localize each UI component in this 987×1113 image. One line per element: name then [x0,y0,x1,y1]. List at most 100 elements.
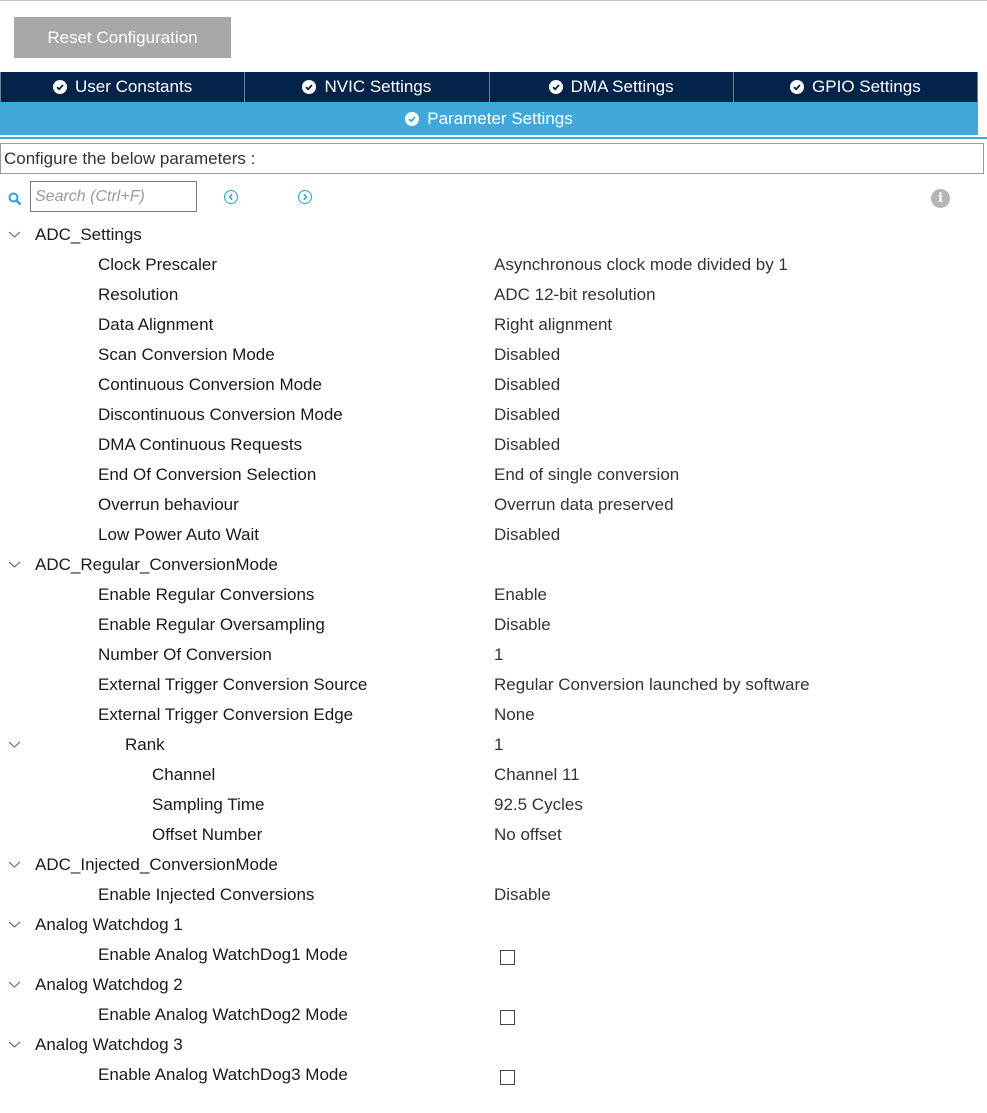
tab-user-constants[interactable]: User Constants [0,72,246,102]
parameter-value[interactable]: 1 [494,645,503,665]
group-analog-watchdog-2[interactable]: Analog Watchdog 2 [0,970,987,1000]
parameter-row[interactable]: Overrun behaviour Overrun data preserved [0,490,987,520]
parameter-value[interactable]: No offset [494,825,562,845]
tab-label: User Constants [75,77,193,96]
chevron-down-icon[interactable] [8,740,21,749]
parameter-row[interactable]: Data Alignment Right alignment [0,310,987,340]
parameter-label: Continuous Conversion Mode [98,375,322,394]
chevron-down-icon[interactable] [8,920,21,929]
group-adc-settings[interactable]: ADC_Settings [0,220,987,250]
chevron-down-icon[interactable] [8,860,21,869]
parameter-value[interactable]: Disabled [494,405,560,425]
tab-gpio-settings[interactable]: GPIO Settings [734,72,978,102]
parameter-row[interactable]: Enable Regular Conversions Enable [0,580,987,610]
parameter-label: Clock Prescaler [98,255,218,274]
chevron-left-icon [228,193,233,201]
parameter-value[interactable]: Right alignment [494,315,612,335]
parameter-value[interactable]: End of single conversion [494,465,679,485]
check-circle-icon [53,80,68,94]
parameter-row[interactable]: Low Power Auto Wait Disabled [0,520,987,550]
parameter-row[interactable]: Enable Analog WatchDog2 Mode [0,1000,987,1030]
parameter-value[interactable]: Channel 11 [494,765,580,785]
chevron-right-icon [303,193,308,201]
tab-label: GPIO Settings [812,77,921,96]
parameter-row[interactable]: Continuous Conversion Mode Disabled [0,370,987,400]
parameter-label: Offset Number [152,825,263,844]
parameter-value[interactable]: 92.5 Cycles [494,795,583,815]
parameter-value[interactable]: Enable [494,585,547,605]
parameter-row[interactable]: Clock Prescaler Asynchronous clock mode d… [0,250,987,280]
parameter-row[interactable]: Resolution ADC 12-bit resolution [0,280,987,310]
group-adc-regular-conversion-mode[interactable]: ADC_Regular_ConversionMode [0,550,987,580]
tab-label: Parameter Settings [427,108,573,128]
parameter-row[interactable]: External Trigger Conversion Edge None [0,700,987,730]
parameter-label: Channel [152,765,216,784]
group-title: Analog Watchdog 1 [35,915,183,934]
reset-configuration-button[interactable]: Reset Configuration [14,17,231,58]
parameter-row[interactable]: External Trigger Conversion Source Regula… [0,670,987,700]
group-title: ADC_Injected_ConversionMode [35,855,278,874]
parameter-value[interactable]: Overrun data preserved [494,495,674,515]
rank-value[interactable]: 1 [494,735,503,755]
parameter-label: Data Alignment [98,315,214,334]
rank-row[interactable]: Rank 1 [0,730,987,760]
parameter-row[interactable]: Enable Analog WatchDog3 Mode [0,1060,987,1090]
chevron-down-icon[interactable] [8,1040,21,1049]
parameter-value[interactable]: Asynchronous clock mode divided by 1 [494,255,788,275]
parameter-value[interactable]: Disable [494,615,551,635]
parameter-row[interactable]: Enable Regular Oversampling Disable [0,610,987,640]
watchdog2-checkbox[interactable] [500,1010,515,1025]
chevron-down-icon[interactable] [8,980,21,989]
parameter-row[interactable]: Offset Number No offset [0,820,987,850]
group-analog-watchdog-1[interactable]: Analog Watchdog 1 [0,910,987,940]
check-circle-icon [302,80,317,94]
parameter-row[interactable]: Enable Analog WatchDog1 Mode [0,940,987,970]
parameter-label: Resolution [98,285,179,304]
parameter-row[interactable]: Scan Conversion Mode Disabled [0,340,987,370]
parameter-label: Enable Analog WatchDog2 Mode [98,1005,348,1024]
parameter-value[interactable]: Disable [494,885,551,905]
parameter-value[interactable]: Disabled [494,525,560,545]
group-title: Analog Watchdog 3 [35,1035,183,1054]
watchdog3-checkbox[interactable] [500,1070,515,1085]
parameter-row[interactable]: Channel Channel 11 [0,760,987,790]
tab-dma-settings[interactable]: DMA Settings [490,72,734,102]
parameter-value[interactable]: Disabled [494,345,560,365]
parameter-row[interactable]: Discontinuous Conversion Mode Disabled [0,400,987,430]
parameter-value[interactable]: ADC 12-bit resolution [494,285,656,305]
tab-parameter-settings[interactable]: Parameter Settings [0,102,978,135]
parameter-value[interactable]: None [494,705,535,725]
parameter-label: Enable Analog WatchDog1 Mode [98,945,348,964]
parameter-label: Enable Regular Oversampling [98,615,325,634]
watchdog1-checkbox[interactable] [500,950,515,965]
check-circle-icon [405,111,420,126]
tab-nvic-settings[interactable]: NVIC Settings [245,72,490,102]
group-adc-injected-conversion-mode[interactable]: ADC_Injected_ConversionMode [0,850,987,880]
parameter-row[interactable]: Number Of Conversion 1 [0,640,987,670]
parameter-label: Number Of Conversion [98,645,272,664]
parameter-label: End Of Conversion Selection [98,465,317,484]
settings-tab-bar: User Constants NVIC Settings DMA Setting… [0,72,978,102]
parameter-label: Scan Conversion Mode [98,345,275,364]
parameter-row[interactable]: End Of Conversion Selection End of single… [0,460,987,490]
parameter-tree: ADC_Settings Clock Prescaler Asynchronous… [0,220,987,1090]
search-previous-button[interactable] [224,190,238,204]
info-icon[interactable]: i [931,189,950,208]
parameter-label: Enable Regular Conversions [98,585,315,604]
parameter-label: Discontinuous Conversion Mode [98,405,343,424]
parameter-row[interactable]: Enable Injected Conversions Disable [0,880,987,910]
chevron-down-icon[interactable] [8,560,21,569]
group-analog-watchdog-3[interactable]: Analog Watchdog 3 [0,1030,987,1060]
search-input[interactable] [30,181,197,212]
parameter-label: Low Power Auto Wait [98,525,259,544]
search-next-button[interactable] [298,190,312,204]
parameter-row[interactable]: DMA Continuous Requests Disabled [0,430,987,460]
parameter-value[interactable]: Disabled [494,435,560,455]
parameter-value[interactable]: Regular Conversion launched by software [494,675,810,695]
group-title: ADC_Settings [35,225,142,244]
parameter-value[interactable]: Disabled [494,375,560,395]
search-icon [8,192,22,206]
chevron-down-icon[interactable] [8,230,21,239]
search-bar: i [0,181,987,215]
parameter-row[interactable]: Sampling Time 92.5 Cycles [0,790,987,820]
